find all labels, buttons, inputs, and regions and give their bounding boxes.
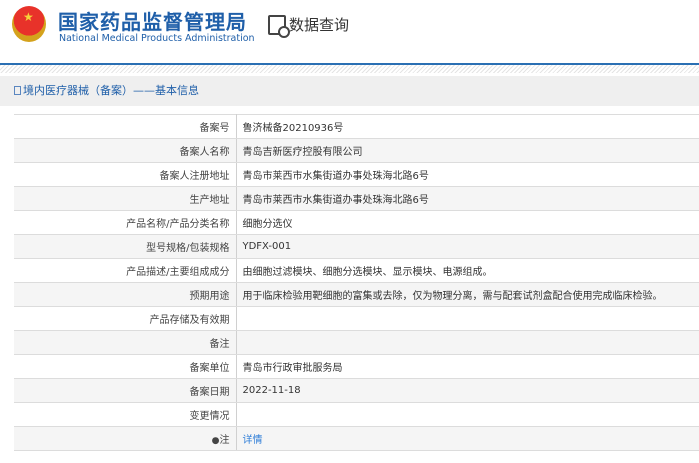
table-row: 预期用途 用于临床检验用靶细胞的富集或去除，仅为物理分离，需与配套试剂盒配合使用完… — [14, 282, 699, 307]
field-value: YDFX-001 — [236, 234, 699, 259]
field-value: 细胞分选仪 — [236, 210, 699, 235]
field-label: 备案人名称 — [14, 138, 237, 163]
field-label: 备注 — [14, 330, 237, 355]
table-row: 型号规格/包装规格 YDFX-001 — [14, 234, 699, 259]
field-value: 青岛市行政审批服务局 — [236, 354, 699, 379]
field-value: 由细胞过滤模块、细胞分选模块、显示模块、电源组成。 — [236, 258, 699, 283]
section-title: 境内医疗器械（备案）——基本信息 — [0, 76, 699, 106]
field-value — [236, 330, 699, 355]
field-label: ●注 — [14, 426, 237, 451]
table-row: 备案人注册地址 青岛市莱西市水集街道办事处珠海北路6号 — [14, 162, 699, 187]
field-value: 鲁济械备20210936号 — [236, 114, 699, 139]
details-link[interactable]: 详情 — [243, 435, 263, 446]
field-label: 预期用途 — [14, 282, 237, 307]
document-icon — [14, 86, 21, 95]
site-title-en[interactable]: National Medical Products Administration — [59, 33, 255, 44]
table-row: 备案人名称 青岛吉新医疗控股有限公司 — [14, 138, 699, 163]
field-label: 型号规格/包装规格 — [14, 234, 237, 259]
field-label: 变更情况 — [14, 402, 237, 427]
table-row: 产品描述/主要组成成分 由细胞过滤模块、细胞分选模块、显示模块、电源组成。 — [14, 258, 699, 283]
info-table: 备案号 鲁济械备20210936号 备案人名称 青岛吉新医疗控股有限公司 备案人注册地址… — [14, 114, 699, 451]
field-value: 青岛市莱西市水集街道办事处珠海北路6号 — [236, 162, 699, 187]
field-value: 用于临床检验用靶细胞的富集或去除，仅为物理分离，需与配套试剂盒配合使用完成临床检… — [236, 282, 699, 307]
data-query-heading: 数据查询 — [268, 14, 350, 38]
field-label: 产品存储及有效期 — [14, 306, 237, 331]
site-header: ★ 国家药品监督管理局 National Medical Products Ad… — [0, 0, 699, 63]
table-row: 产品存储及有效期 — [14, 306, 699, 331]
table-row: 备注 — [14, 330, 699, 355]
field-label: 生产地址 — [14, 186, 237, 211]
table-row: 备案单位 青岛市行政审批服务局 — [14, 354, 699, 379]
data-query-label: 数据查询 — [289, 16, 350, 34]
field-value — [236, 402, 699, 427]
location-pin-icon: ● — [211, 436, 220, 446]
field-label: 备案日期 — [14, 378, 237, 403]
hatch-band — [0, 65, 699, 73]
field-value: 青岛吉新医疗控股有限公司 — [236, 138, 699, 163]
content-panel: 境内医疗器械（备案）——基本信息 备案号 鲁济械备20210936号 备案人名称 青岛… — [0, 76, 699, 463]
field-label: 备案人注册地址 — [14, 162, 237, 187]
field-value — [236, 306, 699, 331]
table-row: 生产地址 青岛市莱西市水集街道办事处珠海北路6号 — [14, 186, 699, 211]
section-title-text: 境内医疗器械（备案）——基本信息 — [23, 84, 199, 97]
document-search-icon — [268, 14, 290, 38]
table-row: 变更情况 — [14, 402, 699, 427]
field-label: 产品描述/主要组成成分 — [14, 258, 237, 283]
table-row: 备案号 鲁济械备20210936号 — [14, 114, 699, 139]
national-emblem-logo: ★ — [12, 6, 46, 42]
field-value: 2022-11-18 — [236, 378, 699, 403]
table-row: 产品名称/产品分类名称 细胞分选仪 — [14, 210, 699, 235]
field-value: 青岛市莱西市水集街道办事处珠海北路6号 — [236, 186, 699, 211]
table-row: ●注 详情 — [14, 426, 699, 451]
field-label: 备案号 — [14, 114, 237, 139]
field-value: 详情 — [236, 426, 699, 451]
site-title-cn[interactable]: 国家药品监督管理局 — [58, 6, 247, 35]
field-label: 备案单位 — [14, 354, 237, 379]
field-label: 产品名称/产品分类名称 — [14, 210, 237, 235]
table-row: 备案日期 2022-11-18 — [14, 378, 699, 403]
